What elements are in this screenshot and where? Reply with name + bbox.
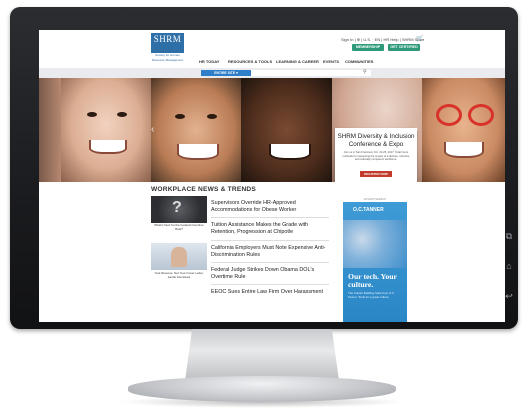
ad-headline: Our tech. Your culture. — [348, 272, 397, 290]
conference-promo-card: SHRM Diversity & Inclusion Conference & … — [335, 128, 417, 182]
utility-links[interactable]: Sign In | ⊕ | U.S. · EN | HR Help | SHRM… — [341, 37, 424, 42]
hero-face-2 — [61, 78, 151, 182]
person-image — [171, 247, 187, 267]
back-icon[interactable]: ↩ — [500, 285, 518, 315]
register-now-button[interactable]: REGISTER NOW — [360, 170, 392, 177]
ad-photo — [343, 220, 407, 268]
window-icon[interactable]: ⧉ — [500, 225, 518, 255]
nav-item-resources[interactable]: RESOURCES & TOOLS — [228, 58, 272, 66]
monitor-screen: SHRM Society for Human Resource Manageme… — [39, 30, 505, 322]
home-icon[interactable]: ⌂ — [500, 255, 518, 285]
site-header: SHRM Society for Human Resource Manageme… — [39, 30, 505, 66]
hero-face-1 — [39, 78, 61, 182]
monitor-stand-base — [128, 376, 396, 402]
monitor-side-icons: ⧉ ⌂ ↩ — [500, 225, 518, 315]
shrm-logo[interactable]: SHRM — [151, 33, 184, 52]
oc-tanner-ad[interactable]: O.C.TANNER Our tech. Your culture. The C… — [343, 202, 407, 322]
search-input[interactable] — [251, 70, 371, 76]
search-icon[interactable]: ⚲ — [363, 69, 367, 75]
hero-face-4 — [241, 78, 332, 182]
promo-title: SHRM Diversity & Inclusion Conference & … — [337, 133, 415, 148]
hero-carousel: ‹ › SHRM Diversity & Inclusion Conferenc… — [39, 78, 505, 182]
news-section-title: WORKPLACE NEWS & TRENDS — [151, 186, 256, 193]
nav-item-hr-today[interactable]: HR TODAY — [199, 58, 219, 66]
hero-face-3 — [151, 78, 241, 182]
carousel-prev-icon[interactable]: ‹ — [151, 124, 154, 135]
question-mark-icon: ? — [172, 199, 182, 216]
red-glasses-left — [436, 104, 462, 126]
ad-label: ADVERTISEMENT — [363, 198, 387, 201]
cart-icon[interactable]: 🛒 — [416, 35, 423, 42]
get-certified-button[interactable]: GET CERTIFIED — [388, 44, 420, 51]
monitor-bezel: SHRM Society for Human Resource Manageme… — [10, 7, 518, 329]
news-thumb-2[interactable] — [151, 243, 207, 270]
thumb-caption-1[interactable]: What's Next for the Federal Overtime Rul… — [151, 223, 207, 231]
search-scope-select[interactable]: ENTIRE SITE ▾ — [201, 70, 251, 76]
news-headline-1[interactable]: Supervisors Override HR-Approved Accommo… — [211, 200, 329, 213]
membership-button[interactable]: MEMBERSHIP — [352, 44, 384, 51]
news-thumb-1[interactable]: ? — [151, 196, 207, 223]
hero-face-6 — [422, 78, 505, 182]
main-nav: HR TODAY RESOURCES & TOOLS LEARNING & CA… — [39, 58, 505, 66]
news-divider — [211, 240, 329, 241]
monitor-stand-neck — [184, 329, 340, 383]
nav-item-events[interactable]: EVENTS — [323, 58, 339, 66]
red-glasses-right — [468, 104, 494, 126]
news-headline-3[interactable]: California Employers Must Note Expensive… — [211, 245, 329, 258]
search-bar: ENTIRE SITE ▾ ⚲ — [39, 68, 505, 78]
ad-brand: O.C.TANNER — [353, 207, 384, 213]
thumb-caption-2[interactable]: Your Resume, Not Your Cover Letter, Land… — [151, 271, 207, 279]
news-headline-4[interactable]: Federal Judge Strikes Down Obama DOL's O… — [211, 267, 329, 280]
news-divider — [211, 217, 329, 218]
news-divider — [211, 262, 329, 263]
ad-subtext: The Culture Building Suite from O.C. Tan… — [348, 291, 395, 299]
promo-body: Join us in San Francisco Oct. 23-25, 201… — [342, 151, 410, 161]
news-headline-2[interactable]: Tuition Assistance Makes the Grade with … — [211, 222, 329, 235]
news-headline-5[interactable]: EEOC Sues Entire Law Firm Over Harassmen… — [211, 289, 329, 296]
news-divider — [211, 284, 329, 285]
nav-item-learning[interactable]: LEARNING & CAREER — [276, 58, 319, 66]
nav-item-communities[interactable]: COMMUNITIES — [345, 58, 373, 66]
